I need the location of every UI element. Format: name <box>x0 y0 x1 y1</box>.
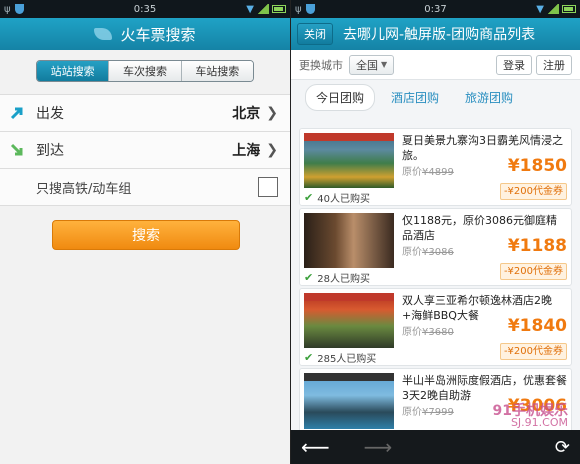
title-bar: 火车票搜索 <box>0 18 290 50</box>
check-icon: ✔ <box>304 191 314 204</box>
wifi-icon: ▼ <box>536 3 544 15</box>
login-button[interactable]: 登录 <box>496 54 532 75</box>
coupon-badge: -¥200代金券 <box>499 263 567 280</box>
orig-price: ¥7999 <box>422 407 454 418</box>
orig-price: ¥3086 <box>422 247 454 258</box>
city-value: 全国 <box>356 58 378 72</box>
orig-label: 原价 <box>402 247 422 258</box>
departure-arrow-icon <box>10 106 24 120</box>
coupon-badge: -¥200代金券 <box>499 343 567 360</box>
check-icon: ✔ <box>304 351 314 364</box>
status-bar: ψ 0:35 ▼ <box>0 0 290 18</box>
tab-today[interactable]: 今日团购 <box>305 83 376 111</box>
shield-icon <box>14 4 24 14</box>
orig-label: 原价 <box>402 407 422 418</box>
battery-icon <box>562 5 576 13</box>
tab-hotel[interactable]: 酒店团购 <box>381 85 449 110</box>
search-mode-tabs: 站站搜索 车次搜索 车站搜索 <box>36 60 254 82</box>
register-button[interactable]: 注册 <box>536 54 572 75</box>
from-row[interactable]: 出发 北京 ❯ <box>0 95 290 132</box>
page-title: 火车票搜索 <box>120 25 196 44</box>
usb-icon: ψ <box>4 3 11 15</box>
tab-station[interactable]: 车站搜索 <box>181 61 253 81</box>
to-value: 上海 <box>232 143 261 159</box>
deal-item[interactable]: ✔ 28人已购买 仅1188元，原价3086元御庭精品酒店 原价¥3086 ¥11… <box>299 208 572 286</box>
train-search-screen: ψ 0:35 ▼ 火车票搜索 站站搜索 车次搜索 车站搜索 出发 北京 ❯ 到达… <box>0 0 290 464</box>
change-city-label: 更换城市 <box>299 58 343 72</box>
tab-train-number[interactable]: 车次搜索 <box>109 61 182 81</box>
deal-list: ✔ 40人已购买 夏日美景九寨沟3日霸羌风情浸之旅。 原价¥4899 ¥1850 … <box>299 128 572 448</box>
deal-price: ¥1188 <box>507 236 567 256</box>
browser-title-bar: 关闭 去哪儿网-触屏版-团购商品列表 <box>291 18 580 50</box>
orig-price: ¥4899 <box>422 167 454 178</box>
city-toolbar: 更换城市 全国 ▼ 登录 注册 <box>291 50 580 80</box>
browser-nav-bar: ⟵ ⟶ ⟳ <box>291 430 580 464</box>
sold-count: 285人已购买 <box>317 354 377 365</box>
deal-photo <box>304 213 394 268</box>
from-value: 北京 <box>232 106 261 122</box>
qunar-logo-icon <box>94 28 113 40</box>
usb-icon: ψ <box>295 3 302 15</box>
sold-count: 40人已购买 <box>317 194 370 205</box>
deal-photo <box>304 133 394 188</box>
signal-icon <box>257 4 269 14</box>
wifi-icon: ▼ <box>246 3 254 15</box>
check-icon: ✔ <box>304 271 314 284</box>
sold-count: 28人已购买 <box>317 274 370 285</box>
page-title: 去哪儿网-触屏版-团购商品列表 <box>343 27 536 43</box>
highspeed-checkbox[interactable] <box>258 177 278 197</box>
close-button[interactable]: 关闭 <box>297 23 333 45</box>
tab-station-to-station[interactable]: 站站搜索 <box>37 61 110 81</box>
orig-label: 原价 <box>402 167 422 178</box>
chevron-right-icon: ❯ <box>266 142 278 158</box>
dropdown-arrow-icon: ▼ <box>381 60 388 69</box>
deal-tabs: 今日团购 酒店团购 旅游团购 <box>291 80 580 114</box>
deal-photo <box>304 373 394 429</box>
city-select[interactable]: 全国 ▼ <box>349 54 395 75</box>
to-label: 到达 <box>36 143 64 159</box>
deal-item[interactable]: ✔ 40人已购买 夏日美景九寨沟3日霸羌风情浸之旅。 原价¥4899 ¥1850 … <box>299 128 572 206</box>
signal-icon <box>547 4 559 14</box>
group-buy-screen: ψ 0:37 ▼ 关闭 去哪儿网-触屏版-团购商品列表 更换城市 全国 ▼ 登录… <box>291 0 580 464</box>
search-button[interactable]: 搜索 <box>52 220 240 250</box>
site-watermark: 91手机娱乐 SJ.91.COM <box>492 403 568 429</box>
deal-photo <box>304 293 394 348</box>
search-form: 出发 北京 ❯ 到达 上海 ❯ 只搜高铁/动车组 <box>0 94 290 206</box>
deal-price: ¥1840 <box>507 316 567 336</box>
forward-arrow-icon[interactable]: ⟶ <box>364 435 393 459</box>
back-arrow-icon[interactable]: ⟵ <box>301 435 330 459</box>
deal-item[interactable]: ✔ 285人已购买 双人享三亚希尔顿逸林酒店2晚+海鲜BBQ大餐 原价¥3680 … <box>299 288 572 366</box>
coupon-badge: -¥200代金券 <box>499 183 567 200</box>
tab-travel[interactable]: 旅游团购 <box>455 85 523 110</box>
orig-price: ¥3680 <box>422 327 454 338</box>
orig-label: 原价 <box>402 327 422 338</box>
arrival-arrow-icon <box>10 143 24 157</box>
battery-icon <box>272 5 286 13</box>
highspeed-label: 只搜高铁/动车组 <box>36 181 132 197</box>
shield-icon <box>305 4 315 14</box>
refresh-icon[interactable]: ⟳ <box>555 437 570 458</box>
chevron-right-icon: ❯ <box>266 105 278 121</box>
highspeed-row: 只搜高铁/动车组 <box>0 169 290 206</box>
deal-price: ¥1850 <box>507 156 567 176</box>
to-row[interactable]: 到达 上海 ❯ <box>0 132 290 169</box>
status-bar: ψ 0:37 ▼ <box>291 0 580 18</box>
from-label: 出发 <box>36 106 64 122</box>
